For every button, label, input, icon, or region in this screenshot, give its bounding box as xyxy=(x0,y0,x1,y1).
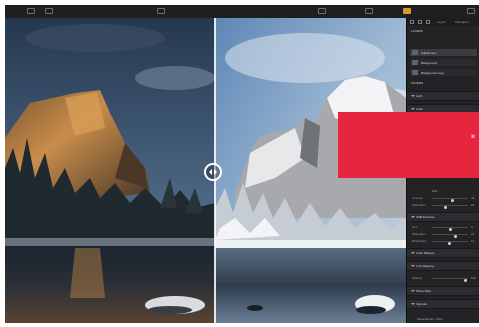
layer-name: Background xyxy=(421,61,438,65)
overlay-glyph: ||| xyxy=(471,133,475,138)
slider-track[interactable] xyxy=(432,227,468,231)
tab-histogram[interactable]: Histogram xyxy=(455,20,469,24)
layer-name: Adjustment xyxy=(421,51,437,55)
slider-track[interactable] xyxy=(432,234,468,238)
slider-saturation[interactable]: Saturation 18 xyxy=(410,202,477,209)
histogram-icon[interactable] xyxy=(403,8,411,14)
split-handle[interactable] xyxy=(204,163,222,181)
section-light[interactable]: Light xyxy=(407,91,479,101)
compare-icon[interactable] xyxy=(365,8,373,14)
zoom-icon[interactable] xyxy=(318,8,326,14)
slider-track[interactable] xyxy=(432,198,468,202)
crop-icon[interactable] xyxy=(157,8,165,14)
section-hsb-enhance[interactable]: HSB Enhance xyxy=(407,212,479,222)
split-arrows-icon xyxy=(209,169,217,175)
layer-row[interactable]: Background copy xyxy=(410,69,477,76)
layers-section-title: LAYERS xyxy=(411,29,423,33)
panel-toggle-icon[interactable] xyxy=(467,8,475,14)
layer-thumbnail xyxy=(412,50,418,55)
layer-row[interactable]: Background xyxy=(410,59,477,66)
chevron-down-icon xyxy=(411,290,415,292)
section-lut-mapping[interactable]: LUT Mapping xyxy=(407,261,479,271)
layer-row[interactable]: Adjustment xyxy=(410,49,477,56)
grid-icon[interactable] xyxy=(27,8,35,14)
layers-icon[interactable] xyxy=(410,20,414,24)
chevron-down-icon xyxy=(411,95,415,97)
section-color-balance[interactable]: Color Balance xyxy=(407,248,479,258)
tab-layers[interactable]: Layers xyxy=(437,20,446,24)
layer-thumbnail xyxy=(412,60,418,65)
slider-knob[interactable] xyxy=(444,206,447,209)
section-photo-filter[interactable]: Photo Filter xyxy=(407,286,479,296)
chevron-down-icon xyxy=(411,303,415,305)
chevron-down-icon xyxy=(411,216,415,218)
slider-track[interactable] xyxy=(432,241,468,245)
hand-icon[interactable] xyxy=(45,8,53,14)
top-toolbar xyxy=(5,5,479,19)
section-vignette[interactable]: Vignette xyxy=(407,299,479,309)
slider-track[interactable] xyxy=(432,205,468,209)
chevron-down-icon xyxy=(411,252,415,254)
slider-track[interactable] xyxy=(432,278,468,282)
slider-amount[interactable]: Amount 42 xyxy=(410,195,477,202)
layer-name: Background copy xyxy=(421,71,445,75)
slider-knob[interactable] xyxy=(448,242,451,245)
red-overlay-block: ||| xyxy=(338,112,479,178)
slider-saturation[interactable]: Saturation 24 xyxy=(410,231,477,238)
filters-label: FILTERS xyxy=(411,81,424,85)
mask-icon[interactable] xyxy=(426,20,430,24)
panel-tabs: Layers Histogram xyxy=(407,18,479,26)
group-label: HSL xyxy=(432,189,438,193)
chevron-down-icon xyxy=(411,265,415,267)
slider-hue[interactable]: Hue 0 xyxy=(410,224,477,231)
slider-opacity[interactable]: Opacity 100 xyxy=(410,275,477,282)
brush-icon[interactable] xyxy=(418,20,422,24)
footer-hint[interactable]: Show Before / After xyxy=(417,317,443,321)
layer-thumbnail xyxy=(412,70,418,75)
slider-brightness[interactable]: Brightness 12 xyxy=(410,238,477,245)
slider-knob[interactable] xyxy=(464,279,467,282)
chevron-down-icon xyxy=(411,108,415,110)
